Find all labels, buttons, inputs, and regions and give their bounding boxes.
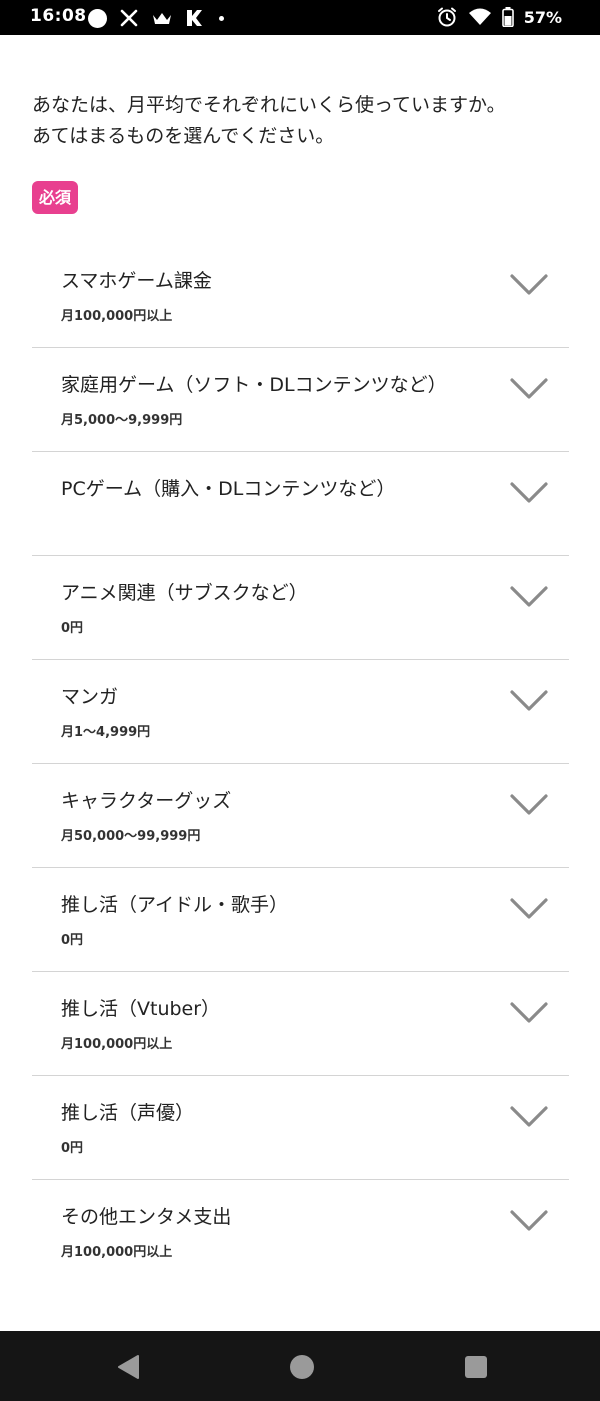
category-row-other-entertainment[interactable]: その他エンタメ支出 月100,000円以上 [32,1180,569,1283]
category-selected-value: 月100,000円以上 [61,1037,173,1052]
battery-percentage: 57% [523,7,562,27]
crown-icon [153,13,171,24]
category-selected-value: 0円 [61,1141,84,1156]
category-row-anime[interactable]: アニメ関連（サブスクなど） 0円 [32,556,569,660]
category-list: スマホゲーム課金 月100,000円以上 家庭用ゲーム（ソフト・DLコンテンツな… [32,244,569,1283]
category-title: 推し活（Vtuber） [61,998,221,1020]
category-row-oshi-voice-actor[interactable]: 推し活（声優） 0円 [32,1076,569,1180]
category-selected-value: 0円 [61,933,84,948]
category-row-pc-games[interactable]: PCゲーム（購入・DLコンテンツなど） [32,452,569,556]
category-title: キャラクターグッズ [61,790,232,812]
question-line-2: あてはまるものを選んでください。 [32,125,335,147]
category-selected-value: 月5,000〜9,999円 [61,413,183,428]
chevron-down-icon[interactable] [509,1104,549,1130]
circle-icon [88,8,107,28]
category-row-smartphone-games[interactable]: スマホゲーム課金 月100,000円以上 [32,244,569,348]
category-row-character-goods[interactable]: キャラクターグッズ 月50,000〜99,999円 [32,764,569,868]
category-title: マンガ [61,686,119,708]
category-title: 家庭用ゲーム（ソフト・DLコンテンツなど） [61,374,447,396]
navigation-bar [0,1331,600,1401]
chevron-down-icon[interactable] [509,896,549,922]
wifi-icon [468,8,491,25]
category-selected-value: 月50,000〜99,999円 [61,829,201,844]
category-title: 推し活（声優） [61,1102,195,1124]
chevron-down-icon[interactable] [509,1000,549,1026]
category-selected-value: 月100,000円以上 [61,309,173,324]
battery-icon [501,7,514,27]
category-selected-value: 月1〜4,999円 [61,725,151,740]
status-bar: 16:08 57% [0,0,600,35]
dot-icon [219,15,224,21]
notification-icons [88,7,224,29]
x-logo-icon [120,9,138,27]
recents-icon[interactable] [463,1354,489,1380]
k-logo-icon [187,10,202,26]
alarm-icon [437,7,456,27]
category-title: 推し活（アイドル・歌手） [61,894,289,916]
category-row-manga[interactable]: マンガ 月1〜4,999円 [32,660,569,764]
question-line-1: あなたは、月平均でそれぞれにいくら使っていますか。 [32,94,506,116]
required-badge: 必須 [32,181,78,214]
category-row-oshi-idol[interactable]: 推し活（アイドル・歌手） 0円 [32,868,569,972]
chevron-down-icon[interactable] [509,272,549,298]
category-row-oshi-vtuber[interactable]: 推し活（Vtuber） 月100,000円以上 [32,972,569,1076]
home-icon[interactable] [289,1354,315,1380]
category-row-home-console-games[interactable]: 家庭用ゲーム（ソフト・DLコンテンツなど） 月5,000〜9,999円 [32,348,569,452]
category-title: スマホゲーム課金 [61,270,212,292]
chevron-down-icon[interactable] [509,688,549,714]
chevron-down-icon[interactable] [509,584,549,610]
system-indicators: 57% [436,6,562,28]
chevron-down-icon[interactable] [509,792,549,818]
category-title: PCゲーム（購入・DLコンテンツなど） [61,478,396,500]
status-time: 16:08 [30,6,87,26]
category-title: その他エンタメ支出 [61,1206,232,1228]
chevron-down-icon[interactable] [509,1208,549,1234]
category-selected-value: 0円 [61,621,84,636]
question-text: あなたは、月平均でそれぞれにいくら使っていますか。 あてはまるものを選んでくださ… [32,90,572,152]
back-icon[interactable] [116,1354,142,1380]
chevron-down-icon[interactable] [509,480,549,506]
chevron-down-icon[interactable] [509,376,549,402]
category-selected-value: 月100,000円以上 [61,1245,173,1260]
category-title: アニメ関連（サブスクなど） [61,582,308,604]
